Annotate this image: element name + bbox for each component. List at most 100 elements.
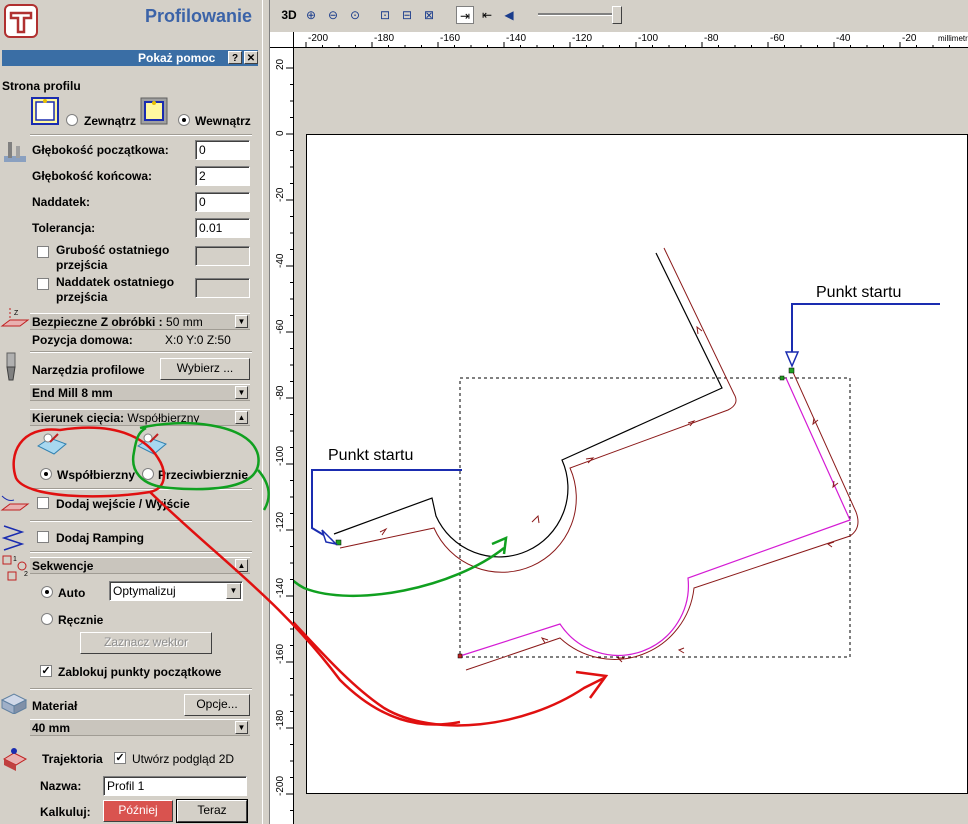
last-pass-thickness-checkbox[interactable]: [37, 246, 49, 258]
auto-label: Auto: [58, 586, 86, 600]
zoom-box-icon[interactable]: ⊡: [376, 6, 394, 24]
transparency-slider[interactable]: [538, 13, 622, 16]
start-point-marker[interactable]: [788, 367, 795, 374]
ruler-tick-label: -100: [275, 446, 286, 466]
ruler-tick-label: -20: [902, 33, 917, 44]
outside-radio[interactable]: [66, 114, 78, 126]
sequence-section[interactable]: Sekwencje ▲: [30, 557, 250, 574]
ruler-tick-label: -40: [275, 253, 286, 268]
chevron-up-icon[interactable]: ▲: [235, 411, 248, 424]
calculate-later-button[interactable]: Później: [103, 800, 173, 822]
start-depth-input[interactable]: 0: [195, 140, 250, 160]
light-icon[interactable]: ◀: [500, 6, 518, 24]
show-help-label[interactable]: Pokaż pomoc: [138, 51, 215, 65]
ruler-tick-label: -120: [572, 33, 592, 44]
material-options-button[interactable]: Opcje...: [184, 694, 250, 716]
manual-radio[interactable]: [41, 613, 53, 625]
last-pass-allowance-checkbox[interactable]: [37, 278, 49, 290]
help-button[interactable]: ?: [228, 51, 242, 64]
safe-z-section[interactable]: Bezpieczne Z obróbki : 50 mm ▼: [30, 313, 250, 330]
profiling-panel: Profilowanie Pokaż pomoc ? ✕ Strona prof…: [0, 0, 258, 824]
name-input[interactable]: Profil 1: [103, 776, 247, 796]
vector-upper[interactable]: [333, 252, 723, 558]
climb-cut-icon: [37, 433, 67, 455]
climb-label: Współbierzny: [57, 468, 136, 482]
separator: [30, 351, 252, 353]
ruler-tick-label: -200: [275, 776, 286, 796]
chevron-down-icon[interactable]: ▼: [235, 721, 248, 734]
calculate-now-button[interactable]: Teraz: [176, 799, 248, 823]
chevron-down-icon[interactable]: ▼: [235, 315, 248, 328]
separator: [30, 551, 252, 553]
inside-profile-icon: [140, 97, 168, 125]
chevron-down-icon[interactable]: ▼: [226, 583, 241, 599]
ramping-label: Dodaj Ramping: [56, 531, 145, 545]
toolpath-drawing[interactable]: [294, 48, 968, 824]
chevron-up-icon[interactable]: ▲: [235, 559, 248, 572]
panel-splitter[interactable]: [262, 0, 270, 824]
last-pass-allowance-input[interactable]: [195, 278, 250, 298]
conventional-radio[interactable]: [142, 468, 154, 480]
zoom-previous-icon[interactable]: ⊟: [398, 6, 416, 24]
end-mill-icon: [6, 352, 16, 381]
safe-z-label: Bezpieczne Z obróbki :: [32, 315, 163, 329]
tolerance-label: Tolerancja:: [32, 221, 96, 235]
material-icon: [0, 693, 28, 714]
home-position-label: Pozycja domowa:: [32, 333, 133, 347]
lock-start-points-checkbox[interactable]: ✓: [40, 665, 52, 677]
chevron-down-icon[interactable]: ▼: [235, 386, 248, 399]
cut-direction-section[interactable]: Kierunek cięcia: Współbierzny ▲: [30, 409, 250, 426]
ramping-icon: [1, 525, 25, 551]
profile-side-label: Strona profilu: [2, 79, 81, 93]
lead-in-out-checkbox[interactable]: [37, 497, 49, 509]
inside-radio[interactable]: [178, 114, 190, 126]
inside-label: Wewnątrz: [195, 114, 251, 128]
ruler-tick-label: -160: [275, 644, 286, 664]
ramping-checkbox[interactable]: [37, 531, 49, 543]
conventional-cut-icon: [137, 433, 167, 455]
mark-vector-button[interactable]: Zaznacz wektor: [80, 632, 212, 654]
app-logo-icon: [4, 4, 38, 38]
start-point-label-right: Punkt startu: [816, 284, 902, 301]
ruler-tick-label: -180: [374, 33, 394, 44]
end-point-marker[interactable]: [457, 653, 463, 659]
end-depth-input[interactable]: 2: [195, 166, 250, 186]
climb-radio[interactable]: [40, 468, 52, 480]
tool-name: End Mill 8 mm: [32, 386, 113, 400]
name-label: Nazwa:: [40, 779, 82, 793]
optimize-select[interactable]: Optymalizuj ▼: [109, 581, 243, 601]
close-panel-button[interactable]: ✕: [244, 51, 258, 64]
select-mode-icon[interactable]: ⇥: [456, 6, 474, 24]
zoom-out-icon[interactable]: ⊖: [324, 6, 342, 24]
outside-label: Zewnątrz: [84, 114, 137, 128]
drawing-canvas[interactable]: Punkt startu Punkt startu: [294, 48, 968, 824]
tolerance-input[interactable]: 0.01: [195, 218, 250, 238]
vertical-ruler-ticks: 20 0 -20 -40 -60 -80 -100 -120 -140 -160 -180 -200: [275, 58, 293, 811]
ruler-unit-label: millimetr: [938, 34, 968, 43]
sequence-icon: 12: [2, 555, 28, 581]
zoom-in-icon[interactable]: ⊕: [302, 6, 320, 24]
allowance-input[interactable]: 0: [195, 192, 250, 212]
last-pass-thickness-label-2: przejścia: [56, 258, 108, 272]
panel-title: Profilowanie: [145, 6, 253, 26]
slider-handle[interactable]: [612, 6, 622, 24]
material-thickness-dropdown[interactable]: 40 mm ▼: [30, 719, 250, 736]
last-pass-thickness-input[interactable]: [195, 246, 250, 266]
vector-lower-selected[interactable]: [459, 377, 851, 657]
annotation-arrow-left: [311, 469, 462, 541]
tool-dropdown[interactable]: End Mill 8 mm ▼: [30, 384, 250, 401]
zoom-all-icon[interactable]: ⊠: [420, 6, 438, 24]
ruler-tick-label: -100: [638, 33, 658, 44]
auto-radio[interactable]: [41, 586, 53, 598]
ruler-tick-label: -80: [704, 33, 719, 44]
ruler-tick-label: 20: [275, 58, 286, 70]
select-tool-button[interactable]: Wybierz ...: [160, 358, 250, 380]
preview-2d-checkbox[interactable]: ✓: [114, 752, 126, 764]
move-mode-icon[interactable]: ⇤: [478, 6, 496, 24]
start-point-marker[interactable]: [779, 375, 785, 381]
toolpath-upper[interactable]: [339, 247, 737, 573]
material-thickness: 40 mm: [32, 721, 71, 735]
view-3d-button[interactable]: 3D: [278, 6, 300, 24]
zoom-fit-icon[interactable]: ⊙: [346, 6, 364, 24]
ruler-tick-label: -200: [308, 33, 328, 44]
